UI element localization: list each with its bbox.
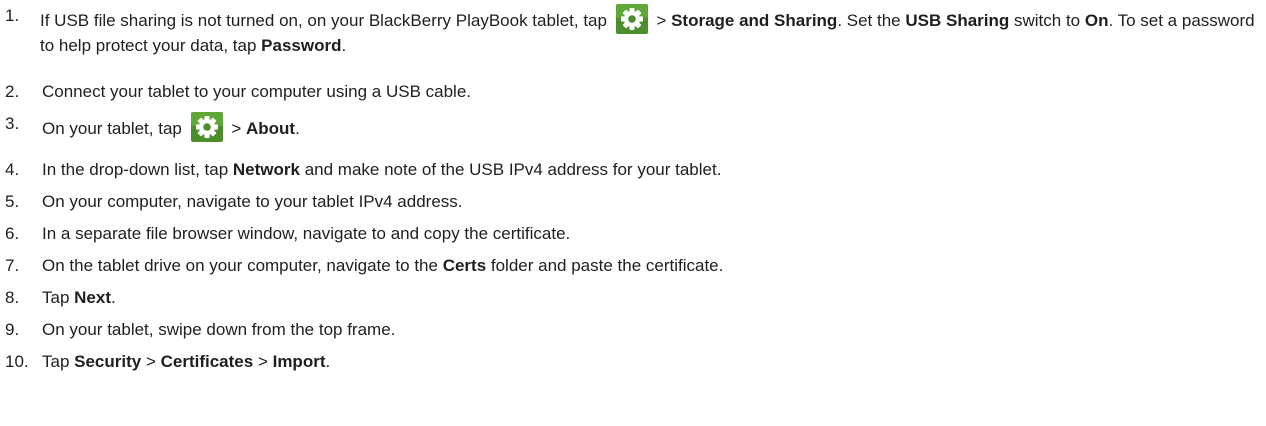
step-text: On your tablet, tap > About. [42, 112, 1262, 142]
step-number: 10. [5, 352, 29, 371]
step-number: 6. [5, 224, 20, 243]
step-text: On your computer, navigate to your table… [42, 192, 463, 211]
step-3: 3. On your tablet, tap > About. [0, 112, 1262, 142]
step-number: 2. [5, 82, 20, 101]
step-8: 8. Tap Next. [0, 286, 1262, 310]
gear-icon [615, 4, 648, 34]
step-number: 8. [5, 288, 20, 307]
step-number: 1. [5, 6, 20, 25]
step-9: 9. On your tablet, swipe down from the t… [0, 318, 1262, 342]
step-text: In a separate file browser window, navig… [42, 224, 571, 243]
step-6: 6. In a separate file browser window, na… [0, 222, 1262, 246]
gear-icon [190, 112, 223, 142]
step-text: Tap Next. [42, 288, 116, 307]
step-2: 2. Connect your tablet to your computer … [0, 80, 1262, 104]
step-10: 10. Tap Security > Certificates > Import… [0, 350, 1262, 374]
step-number: 7. [5, 256, 20, 275]
step-5: 5. On your computer, navigate to your ta… [0, 190, 1262, 214]
step-text: On the tablet drive on your computer, na… [42, 256, 724, 275]
step-number: 5. [5, 192, 20, 211]
step-text: On your tablet, swipe down from the top … [42, 320, 396, 339]
step-text: If USB file sharing is not turned on, on… [40, 4, 1262, 58]
step-number: 3. [5, 114, 20, 133]
step-7: 7. On the tablet drive on your computer,… [0, 254, 1262, 278]
step-number: 9. [5, 320, 20, 339]
step-text: Connect your tablet to your computer usi… [42, 82, 472, 101]
document-page: 1. If USB file sharing is not turned on,… [0, 0, 1266, 426]
step-text: Tap Security > Certificates > Import. [42, 352, 331, 371]
step-1: 1. If USB file sharing is not turned on,… [0, 4, 1262, 58]
step-4: 4. In the drop-down list, tap Network an… [0, 158, 1262, 182]
step-number: 4. [5, 160, 20, 179]
step-text: In the drop-down list, tap Network and m… [42, 160, 722, 179]
